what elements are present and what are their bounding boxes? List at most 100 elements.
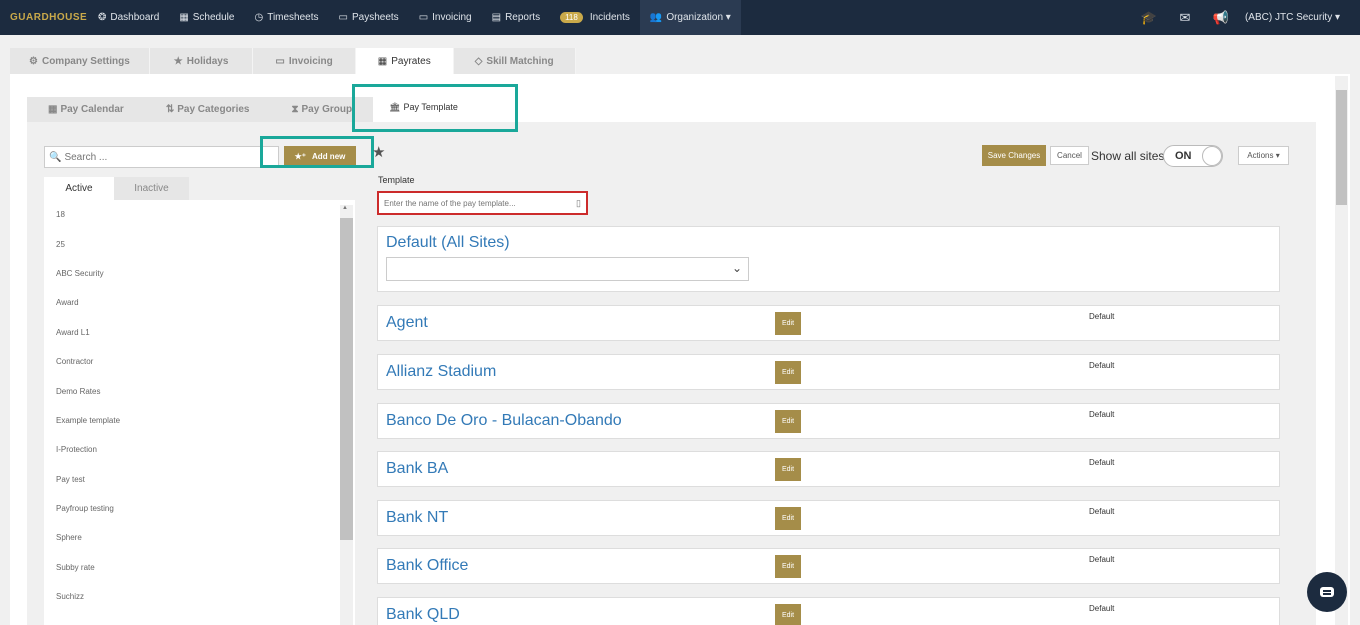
nav-paysheets[interactable]: ▭ Paysheets: [329, 0, 409, 35]
invoice-icon: ▭: [418, 12, 429, 23]
org-menu[interactable]: (ABC) JTC Security ▾: [1245, 12, 1340, 23]
tab-label: Pay Categories: [177, 104, 250, 115]
tab-company-settings[interactable]: ⚙ Company Settings: [10, 48, 150, 74]
edit-button[interactable]: Edit: [775, 410, 801, 433]
chat-icon: [1320, 587, 1334, 597]
site-title[interactable]: Banco De Oro - Bulacan-Obando: [386, 412, 622, 430]
nav-incidents[interactable]: 118 Incidents: [550, 0, 640, 35]
site-default-label: Default: [1089, 507, 1115, 516]
show-all-sites-label: Show all sites: [1091, 149, 1165, 163]
tab-invoicing[interactable]: ▭ Invoicing: [253, 48, 356, 74]
cancel-button[interactable]: Cancel: [1050, 146, 1089, 165]
list-scrollbar-thumb[interactable]: [340, 218, 353, 540]
site-title[interactable]: Bank QLD: [386, 606, 460, 624]
toggle-knob: [1202, 146, 1222, 166]
favorite-star-icon[interactable]: ★: [372, 143, 385, 161]
edit-button[interactable]: Edit: [775, 507, 801, 530]
tab-pay-calendar[interactable]: ▦ Pay Calendar: [27, 97, 145, 122]
tab-payrates[interactable]: ▦ Payrates: [355, 48, 454, 74]
site-title[interactable]: Bank BA: [386, 460, 448, 478]
megaphone-icon[interactable]: 📢: [1203, 10, 1239, 26]
default-sites-card: Default (All Sites) ⌄: [377, 226, 1280, 292]
nav-organization[interactable]: 👥 Organization ▾: [639, 0, 741, 35]
clipboard-icon: ▯: [576, 198, 581, 208]
nav-reports[interactable]: ▤ Reports: [482, 0, 550, 35]
chevron-down-icon: ⌄: [731, 261, 742, 275]
list-item[interactable]: Suchizz: [44, 582, 355, 611]
edit-button[interactable]: Edit: [775, 312, 801, 335]
users-icon: 👥: [649, 12, 663, 23]
nav-label: Invoicing: [432, 12, 472, 23]
site-default-label: Default: [1089, 604, 1115, 613]
template-list: 18 25 ABC Security Award Award L1 Contra…: [44, 200, 355, 625]
search-box[interactable]: 🔍: [44, 146, 279, 168]
edit-button[interactable]: Edit: [775, 555, 801, 578]
clock-icon: ◷: [254, 12, 264, 23]
nav-label: Reports: [505, 12, 541, 23]
tab-pay-categories[interactable]: ⇅ Pay Categories: [144, 97, 271, 122]
edit-button[interactable]: Edit: [775, 361, 801, 384]
scroll-up-icon[interactable]: ▲: [342, 205, 348, 211]
tab-holidays[interactable]: ★ Holidays: [149, 48, 254, 74]
toggle-label: ON: [1175, 150, 1192, 162]
search-icon: 🔍: [49, 151, 62, 163]
graduation-cap-icon[interactable]: 🎓: [1131, 10, 1167, 26]
diamond-icon: ◇: [474, 55, 483, 67]
list-item[interactable]: I-Protection: [44, 435, 355, 464]
list-item[interactable]: ABC Security: [44, 259, 355, 288]
list-item[interactable]: Sphere: [44, 523, 355, 552]
tab-label: Pay Calendar: [60, 104, 124, 115]
list-item[interactable]: Example template: [44, 406, 355, 435]
template-name-input[interactable]: [384, 198, 564, 208]
nav-schedule[interactable]: ▦ Schedule: [169, 0, 244, 35]
incidents-badge: 118: [560, 12, 583, 23]
list-item[interactable]: 18: [44, 200, 355, 229]
site-title[interactable]: Allianz Stadium: [386, 363, 496, 381]
template-label: Template: [378, 175, 415, 185]
list-item[interactable]: Award: [44, 288, 355, 317]
site-card: Banco De Oro - Bulacan-Obando Edit Defau…: [377, 403, 1280, 439]
list-item[interactable]: 25: [44, 229, 355, 258]
list-item[interactable]: Subby rate: [44, 553, 355, 582]
show-all-sites-toggle[interactable]: ON: [1163, 145, 1223, 167]
app-logo[interactable]: GUARDHOUSE: [10, 12, 88, 23]
nav-label: Organization ▾: [666, 12, 731, 23]
edit-button[interactable]: Edit: [775, 458, 801, 481]
default-template-select[interactable]: ⌄: [386, 257, 749, 281]
nav-dashboard[interactable]: ❂ Dashboard: [88, 0, 169, 35]
list-item[interactable]: Payfroup testing: [44, 494, 355, 523]
pay-template-highlight: [352, 84, 518, 132]
site-title[interactable]: Bank NT: [386, 509, 448, 527]
site-title[interactable]: Agent: [386, 314, 428, 332]
nav-timesheets[interactable]: ◷ Timesheets: [244, 0, 328, 35]
add-new-highlight: [260, 136, 374, 168]
envelope-icon[interactable]: ✉: [1167, 10, 1203, 26]
top-navbar: GUARDHOUSE ❂ Dashboard ▦ Schedule ◷ Timeshe…: [0, 0, 1360, 35]
list-item[interactable]: Pay test: [44, 465, 355, 494]
site-card: Agent Edit Default: [377, 305, 1280, 341]
tab-inactive[interactable]: Inactive: [114, 177, 189, 200]
list-item[interactable]: Award L1: [44, 318, 355, 347]
save-changes-button[interactable]: Save Changes: [982, 145, 1046, 166]
report-icon: ▤: [491, 12, 502, 23]
chat-launcher-button[interactable]: [1307, 572, 1347, 612]
site-card: Bank QLD Edit Default: [377, 597, 1280, 625]
nav-label: Schedule: [192, 12, 235, 23]
tab-skill-matching[interactable]: ◇ Skill Matching: [453, 48, 576, 74]
page-scrollbar-thumb[interactable]: [1336, 90, 1347, 205]
tab-label: Pay Group: [301, 104, 353, 115]
tab-active[interactable]: Active: [44, 177, 114, 200]
edit-button[interactable]: Edit: [775, 604, 801, 625]
calendar-icon: ▦: [377, 55, 388, 67]
site-title[interactable]: Bank Office: [386, 557, 468, 575]
list-item[interactable]: Contractor: [44, 347, 355, 376]
actions-dropdown[interactable]: Actions ▾: [1238, 146, 1289, 165]
money-icon: ▭: [338, 12, 348, 23]
list-item[interactable]: Demo Rates: [44, 376, 355, 405]
star-icon: ★: [173, 55, 183, 67]
nav-invoicing[interactable]: ▭ Invoicing: [409, 0, 482, 35]
calendar-icon: ▦: [48, 104, 58, 115]
template-name-field[interactable]: ▯: [377, 191, 588, 215]
status-tabs: Active Inactive: [44, 177, 189, 200]
search-input[interactable]: [64, 151, 255, 163]
